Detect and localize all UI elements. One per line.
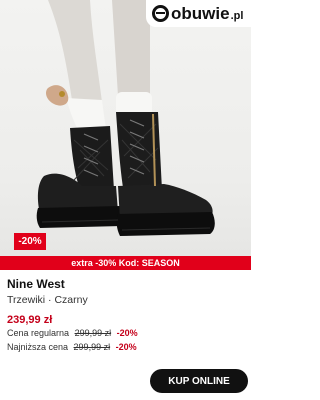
regular-price-line: Cena regularna 299,99 zł -20%: [7, 328, 138, 338]
regular-discount-percent: -20%: [116, 328, 138, 338]
buy-online-button[interactable]: KUP ONLINE: [150, 369, 248, 393]
logo-suffix: .pl: [230, 9, 244, 22]
logo-text: obuwie: [171, 3, 230, 23]
product-brand[interactable]: Nine West: [7, 277, 65, 291]
boots-illustration: [36, 0, 215, 236]
current-price: 239,99 zł: [7, 314, 53, 326]
lowest-old-price: 299,99 zł: [73, 342, 111, 352]
regular-price-label: Cena regularna: [7, 328, 70, 338]
product-subtitle: Trzewiki · Czarny: [7, 294, 88, 306]
logo-mark-icon: [152, 5, 169, 22]
lowest-price-label: Najniższa cena: [7, 342, 69, 352]
lowest-discount-percent: -20%: [115, 342, 137, 352]
product-image[interactable]: [0, 0, 251, 256]
brand-logo[interactable]: obuwie .pl: [146, 0, 251, 27]
regular-old-price: 299,99 zł: [74, 328, 112, 338]
lowest-price-line: Najniższa cena 299,99 zł -20%: [7, 342, 137, 352]
discount-badge: -20%: [14, 233, 46, 250]
promo-code-banner: extra -30% Kod: SEASON: [0, 256, 251, 270]
